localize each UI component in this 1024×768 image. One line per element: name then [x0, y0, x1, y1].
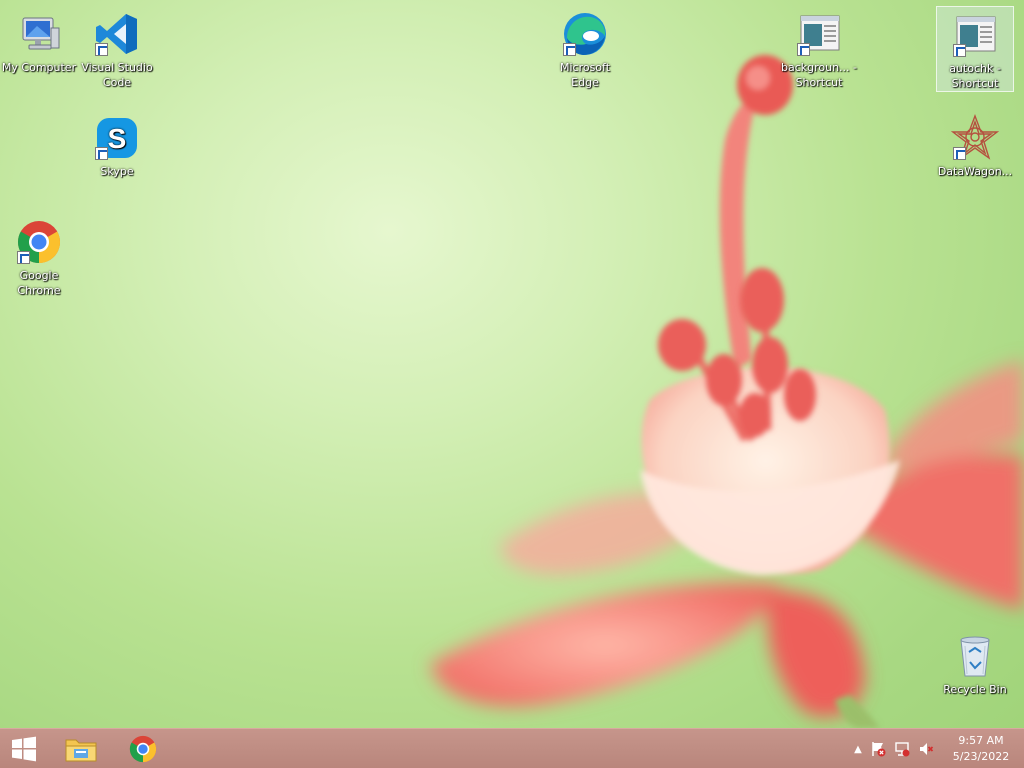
desktop-icon-label: Visual Studio Code [81, 61, 153, 89]
shortcut-arrow-icon [95, 147, 108, 160]
skype-icon: S [93, 114, 141, 162]
desktop-icon-my-computer[interactable]: My Computer [0, 6, 78, 75]
recycle-bin-icon [951, 632, 999, 680]
taskbar: ▲ 9:57 AM 5/23/2022 [0, 728, 1024, 768]
desktop-icon-recycle-bin[interactable]: Recycle Bin [936, 628, 1014, 697]
chrome-icon [15, 218, 63, 266]
action-center-flag-icon[interactable] [866, 741, 890, 757]
vscode-icon [93, 10, 141, 58]
shortcut-arrow-icon [563, 43, 576, 56]
desktop-icon-datawagon[interactable]: DataWagon... [936, 110, 1014, 179]
file-explorer-icon [65, 739, 97, 762]
desktop-icon-autochk-shortcut[interactable]: autochk - Shortcut [936, 6, 1014, 92]
start-button[interactable] [0, 729, 48, 768]
desktop-icon-label: Google Chrome [17, 269, 61, 297]
shortcut-arrow-icon [953, 147, 966, 160]
chrome-icon [129, 735, 157, 763]
desktop-icon-vscode[interactable]: Visual Studio Code [78, 6, 156, 90]
desktop-icon-label: Skype [100, 165, 134, 178]
clock-date: 5/23/2022 [952, 750, 1010, 763]
datawagon-icon [950, 114, 1000, 162]
desktop-icon-skype[interactable]: S Skype [78, 110, 156, 179]
desktop-icon-label: Recycle Bin [943, 683, 1007, 696]
shortcut-arrow-icon [797, 43, 810, 56]
window-shortcut-icon [795, 10, 843, 58]
desktop-icon-microsoft-edge[interactable]: Microsoft Edge [546, 6, 624, 90]
shortcut-arrow-icon [953, 44, 966, 57]
shortcut-arrow-icon [17, 251, 30, 264]
taskbar-clock[interactable]: 9:57 AM 5/23/2022 [946, 733, 1016, 765]
desktop-icon-label: Microsoft Edge [559, 61, 611, 89]
shortcut-arrow-icon [95, 43, 108, 56]
system-tray: ▲ [850, 729, 938, 768]
windows-logo-icon [12, 736, 36, 762]
desktop-icon-label: DataWagon... [937, 165, 1013, 178]
volume-muted-icon[interactable] [914, 741, 938, 757]
computer-icon [15, 10, 63, 58]
edge-icon [561, 10, 609, 58]
taskbar-file-explorer-button[interactable] [56, 729, 106, 768]
desktop-icon-background-shortcut[interactable]: backgroun... - Shortcut [780, 6, 858, 90]
taskbar-chrome-button[interactable] [118, 729, 168, 768]
desktop-icon-label: backgroun... - Shortcut [780, 61, 858, 89]
desktop-icon-google-chrome[interactable]: Google Chrome [0, 214, 78, 298]
svg-text:S: S [108, 123, 127, 154]
desktop-icon-label: My Computer [1, 61, 77, 74]
window-shortcut-icon [951, 11, 999, 59]
clock-time: 9:57 AM [958, 734, 1004, 747]
show-hidden-icons-chevron[interactable]: ▲ [850, 744, 866, 755]
network-icon[interactable] [890, 741, 914, 757]
desktop-icon-label: autochk - Shortcut [949, 62, 1001, 90]
